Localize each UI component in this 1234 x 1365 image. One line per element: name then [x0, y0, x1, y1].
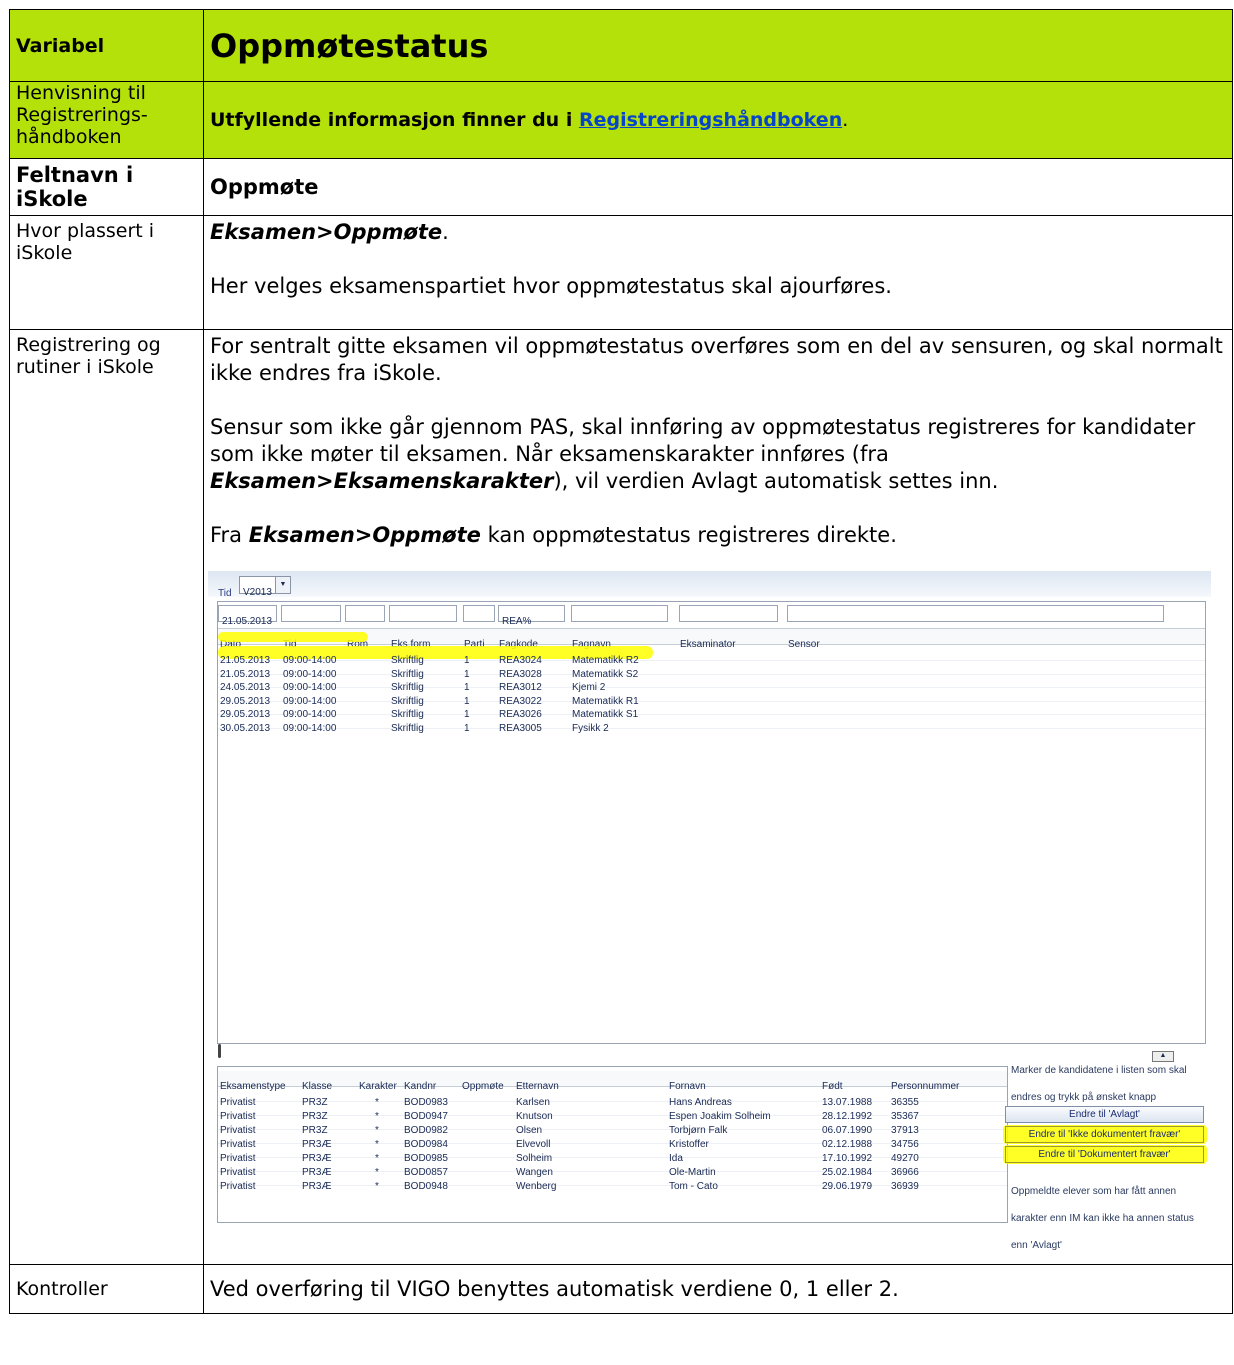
registration-label: Registrering og rutiner i iSkole	[9, 329, 204, 1265]
filter-dato[interactable]: 21.05.2013	[218, 605, 277, 627]
document-table: Variabel Oppmøtestatus Henvisning til Re…	[9, 9, 1233, 1314]
registration-p2-path: Eksamen>Eksamenskarakter	[210, 469, 554, 493]
location-row: Hvor plassert i iSkole Eksamen>Oppmøte. …	[9, 215, 1233, 330]
registration-p3-text-b: kan oppmøtestatus registreres direkte.	[480, 523, 897, 547]
reference-label: Henvisning til Registrerings-håndboken	[9, 81, 204, 159]
filter-fagkode[interactable]: REA%	[498, 605, 565, 627]
tid-select[interactable]: V2013 ▼	[239, 576, 291, 598]
table-cell: Skriftlig	[391, 722, 424, 734]
controls-row: Kontroller Ved overføring til VIGO benyt…	[9, 1264, 1233, 1314]
registration-p2-text-a: Sensur som ikke går gjennom PAS, skal in…	[210, 415, 1196, 466]
filter-eksaminator[interactable]	[679, 605, 778, 622]
splitter-handle[interactable]	[218, 1044, 221, 1058]
table-cell: 09:00-14:00	[283, 722, 337, 734]
registration-p3-path: Eksamen>Oppmøte	[248, 523, 481, 547]
table-cell: Tom - Cato	[669, 1181, 718, 1192]
filter-tid[interactable]	[281, 605, 341, 622]
set-avlagt-button[interactable]: Endre til 'Avlagt'	[1005, 1106, 1204, 1123]
table-cell: PR3Æ	[302, 1181, 332, 1192]
side-info: Marker de kandidatene i listen som skal …	[1011, 1065, 1187, 1103]
location-content: Eksamen>Oppmøte. Her velges eksamenspart…	[203, 215, 1233, 330]
table-row[interactable]: Privatist PR3Æ * BOD0985 Solheim Ida 17.10.199…	[218, 1144, 1007, 1164]
field-row: Feltnavn i iSkole Oppmøte	[9, 158, 1233, 216]
table-row[interactable]: Privatist PR3Z * BOD0983 Karlsen Hans Andreas…	[218, 1088, 1007, 1108]
table-cell: REA3005	[499, 722, 542, 734]
table-row[interactable]: Privatist PR3Æ * BOD0857 Wangen Ole-Martin 25.…	[218, 1158, 1007, 1178]
header-row: Variabel Oppmøtestatus	[9, 9, 1233, 82]
table-cell: 29.06.1979	[822, 1181, 873, 1192]
table-cell: 30.05.2013	[220, 722, 271, 734]
table-cell: 1	[464, 722, 470, 734]
filter-fagnavn[interactable]	[571, 605, 668, 622]
filter-sensor[interactable]	[787, 605, 1164, 622]
table-row[interactable]: Privatist PR3Æ * BOD0984 Elvevoll Kristoffer 0…	[218, 1130, 1007, 1150]
table-cell: BOD0948	[404, 1181, 448, 1192]
table-row[interactable]: Privatist PR3Æ * BOD0948 Wenberg Tom - Cato 29…	[218, 1172, 1007, 1192]
handbook-link[interactable]: Registreringshåndboken	[579, 109, 842, 131]
set-dokumentert-fravaer-button[interactable]: Endre til 'Dokumentert fravær'	[1005, 1146, 1204, 1163]
reference-text-after: .	[842, 109, 849, 131]
field-value: Oppmøte	[203, 158, 1233, 216]
table-cell: Privatist	[220, 1181, 256, 1192]
page-title: Oppmøtestatus	[203, 9, 1233, 82]
chevron-down-icon[interactable]: ▼	[275, 577, 290, 593]
reference-text-before: Utfyllende informasjon finner du i	[210, 109, 579, 131]
variable-label: Variabel	[9, 9, 204, 82]
registration-p1: For sentralt gitte eksamen vil oppmøtest…	[210, 334, 1223, 385]
iskole-screenshot: Tid V2013 ▼ 21.05.2013 REA% Dato Tid Rom Ek…	[208, 571, 1211, 1251]
table-cell: *	[375, 1181, 379, 1192]
table-row[interactable]: 30.05.2013 09:00-14:00 Skriftlig 1 REA3005 Fy…	[218, 714, 1205, 734]
candidate-grid: Eksamenstype Klasse Karakter Kandnr Oppmøte E…	[217, 1066, 1008, 1223]
table-row[interactable]: Privatist PR3Z * BOD0982 Olsen Torbjørn Falk 0…	[218, 1116, 1007, 1136]
registration-p2-text-b: ), vil verdien Avlagt automatisk settes …	[553, 469, 999, 493]
side-note: Oppmeldte elever som har fått annen kara…	[1011, 1186, 1194, 1251]
location-path-suffix: .	[442, 220, 449, 244]
registration-p2: Sensur som ikke går gjennom PAS, skal in…	[210, 414, 1226, 495]
table-cell: 36939	[891, 1181, 919, 1192]
table-cell: Fysikk 2	[572, 722, 609, 734]
screenshot-toolbar	[208, 571, 1211, 597]
reference-row: Henvisning til Registrerings-håndboken U…	[9, 81, 1233, 159]
set-ikke-dokumentert-fravaer-button[interactable]: Endre til 'Ikke dokumentert fravær'	[1005, 1126, 1204, 1143]
filter-rom[interactable]	[345, 605, 385, 622]
exam-grid: 21.05.2013 REA% Dato Tid Rom Eks.form Parti F…	[217, 601, 1206, 1058]
location-path: Eksamen>Oppmøte	[210, 220, 443, 244]
table-row[interactable]: Privatist PR3Z * BOD0947 Knutson Espen Joakim…	[218, 1102, 1007, 1122]
registration-p3: Fra Eksamen>Oppmøte kan oppmøtestatus re…	[210, 522, 1226, 549]
registration-row: Registrering og rutiner i iSkole For sen…	[9, 329, 1233, 1265]
field-label: Feltnavn i iSkole	[9, 158, 204, 216]
filter-parti[interactable]	[463, 605, 495, 622]
table-cell: Wenberg	[516, 1181, 557, 1192]
highlight-mark	[218, 632, 368, 642]
location-text: Her velges eksamenspartiet hvor oppmøtes…	[210, 274, 892, 298]
reference-text: Utfyllende informasjon finner du i Regis…	[203, 81, 1233, 159]
candidate-grid-header: Eksamenstype Klasse Karakter Kandnr Oppmøte E…	[218, 1071, 1007, 1092]
controls-text: Ved overføring til VIGO benyttes automat…	[203, 1264, 1233, 1314]
registration-p3-text-a: Fra	[210, 523, 249, 547]
registration-content: For sentralt gitte eksamen vil oppmøtest…	[203, 329, 1233, 1265]
controls-label: Kontroller	[9, 1264, 204, 1314]
location-label: Hvor plassert i iSkole	[9, 215, 204, 330]
filter-eksform[interactable]	[389, 605, 457, 622]
